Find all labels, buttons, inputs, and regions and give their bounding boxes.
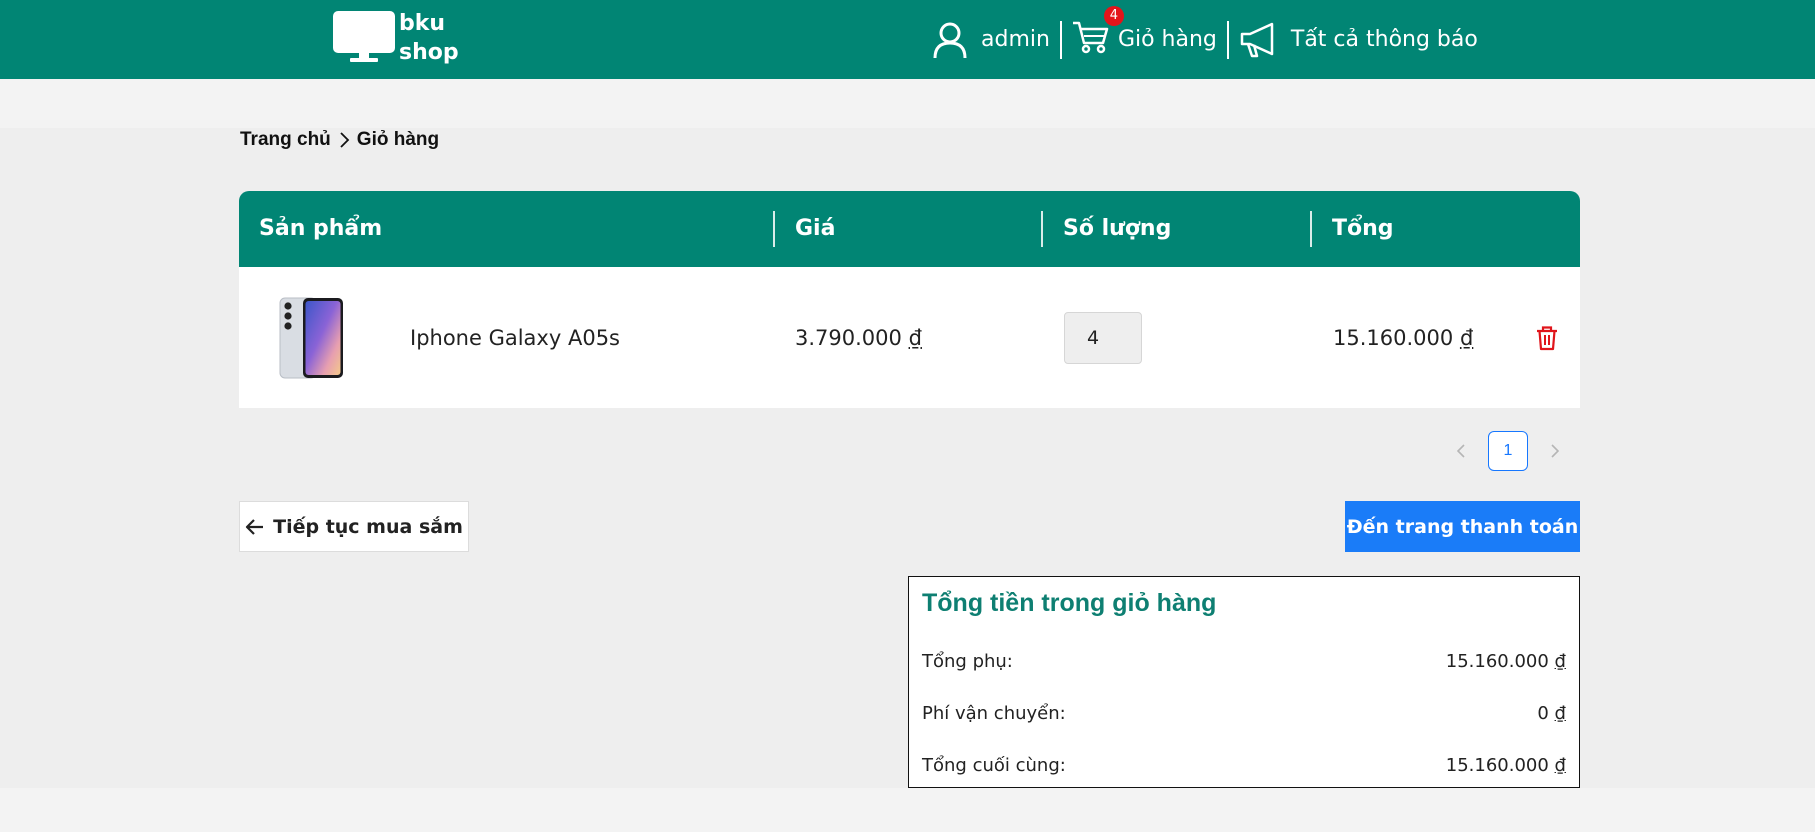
cart-link[interactable]: 4 Giỏ hàng [1072, 5, 1217, 60]
top-navbar: bku shop admin 4 Giỏ hàng Tất cả thông b… [0, 0, 1815, 79]
continue-shopping-label: Tiếp tục mua sắm [273, 515, 463, 538]
currency-symbol: ₫ [1459, 325, 1474, 350]
user-name: admin [981, 27, 1050, 52]
final-total-label: Tổng cuối cùng: [922, 754, 1066, 776]
table-row: Iphone Galaxy A05s 3.790.000 ₫ 4 15.160.… [239, 267, 1580, 408]
header-divider [1041, 211, 1043, 247]
cart-label: Giỏ hàng [1117, 27, 1217, 52]
logo-text: bku shop [399, 9, 459, 67]
nav-divider [1059, 20, 1062, 59]
final-total-value: 15.160.000 [1445, 754, 1549, 776]
currency-symbol: ₫ [1554, 754, 1566, 776]
breadcrumb: Trang chủ Giỏ hàng [240, 128, 439, 152]
product-price: 3.790.000 ₫ [795, 267, 922, 408]
chevron-left-icon [1456, 444, 1465, 458]
user-menu[interactable]: admin [931, 21, 1050, 59]
chevron-right-icon [337, 131, 351, 149]
header-price: Giá [795, 216, 836, 241]
trash-icon [1537, 325, 1557, 350]
cart-icon [1072, 21, 1109, 53]
next-page-button[interactable] [1535, 431, 1575, 471]
shipping-amount: 0 ₫ [1537, 703, 1566, 724]
shipping-label: Phí vận chuyển: [922, 702, 1066, 724]
header-divider [773, 211, 775, 247]
user-icon [933, 22, 967, 58]
arrow-left-icon [246, 518, 264, 535]
subtotal-value: 15.160.000 [1445, 650, 1549, 672]
currency-symbol: ₫ [1554, 702, 1566, 724]
totals-title: Tổng tiền trong giỏ hàng [922, 589, 1217, 617]
cart-count-badge: 4 [1103, 5, 1124, 26]
shop-logo[interactable]: bku shop [333, 11, 459, 67]
cart-page: Trang chủ Giỏ hàng Sản phẩm Giá Số lượng… [0, 128, 1815, 788]
cart-table: Sản phẩm Giá Số lượng Tổng Iphone Galaxy… [239, 191, 1580, 408]
breadcrumb-home[interactable]: Trang chủ [240, 129, 331, 151]
header-total: Tổng [1332, 216, 1394, 241]
logo-line-2: shop [399, 40, 459, 65]
header-divider [1310, 211, 1312, 247]
breadcrumb-current: Giỏ hàng [356, 129, 440, 150]
notifications-link[interactable]: Tất cả thông báo [1239, 22, 1478, 58]
product-total: 15.160.000 ₫ [1333, 267, 1473, 408]
delete-button[interactable] [1535, 267, 1559, 408]
page-1-button[interactable]: 1 [1488, 431, 1528, 471]
phone-image [279, 297, 343, 378]
checkout-label: Đến trang thanh toán [1346, 515, 1579, 538]
total-value: 15.160.000 [1333, 325, 1454, 350]
price-value: 3.790.000 [795, 325, 902, 350]
subtotal-row: Tổng phụ: 15.160.000 ₫ [922, 646, 1566, 676]
table-header: Sản phẩm Giá Số lượng Tổng [239, 191, 1580, 267]
shipping-row: Phí vận chuyển: 0 ₫ [922, 698, 1566, 728]
currency-symbol: ₫ [908, 325, 922, 350]
checkout-button[interactable]: Đến trang thanh toán [1345, 501, 1580, 552]
product-image[interactable] [279, 267, 345, 408]
header-product: Sản phẩm [259, 216, 383, 241]
currency-symbol: ₫ [1554, 650, 1566, 672]
header-nav: admin 4 Giỏ hàng Tất cả thông báo [931, 0, 1478, 79]
product-name[interactable]: Iphone Galaxy A05s [410, 267, 620, 408]
quantity-input[interactable]: 4 [1064, 311, 1142, 364]
subtotal-label: Tổng phụ: [922, 650, 1013, 672]
continue-shopping-button[interactable]: Tiếp tục mua sắm [239, 501, 469, 552]
quantity-cell: 4 [1064, 267, 1142, 408]
chevron-right-icon [1551, 444, 1560, 458]
header-quantity: Số lượng [1063, 216, 1172, 241]
monitor-icon [333, 11, 395, 62]
prev-page-button[interactable] [1441, 431, 1481, 471]
cart-totals-box: Tổng tiền trong giỏ hàng Tổng phụ: 15.16… [908, 576, 1580, 788]
logo-line-1: bku [399, 11, 446, 36]
shipping-value: 0 [1537, 702, 1549, 724]
final-total-amount: 15.160.000 ₫ [1446, 755, 1566, 776]
pagination: 1 [1441, 431, 1575, 471]
final-total-row: Tổng cuối cùng: 15.160.000 ₫ [922, 750, 1566, 780]
subtotal-amount: 15.160.000 ₫ [1446, 651, 1566, 672]
page-footer-strip [0, 788, 1815, 832]
cart-icon-wrap: 4 [1072, 5, 1124, 60]
megaphone-icon [1240, 22, 1274, 57]
nav-divider [1226, 20, 1229, 59]
notifications-label: Tất cả thông báo [1290, 27, 1478, 52]
